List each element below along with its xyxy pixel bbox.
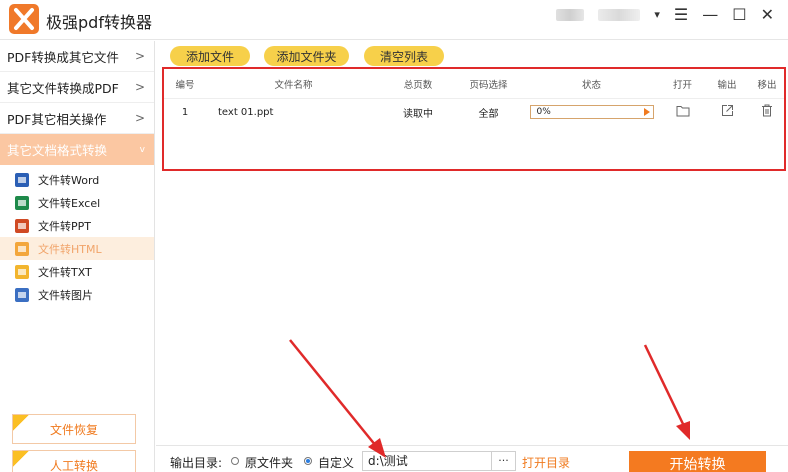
window-controls: ▾ ☰ — ☐ ✕ [556,5,774,25]
sub-item-to-ppt[interactable]: 文件转PPT [0,214,154,237]
sub-item-label: 文件转HTML [38,242,102,256]
table-row[interactable]: 1 text 01.ppt 读取中 全部 0% [164,99,784,125]
dropdown-icon[interactable]: ▾ [654,5,660,25]
col-pages: 总页数 [403,79,433,91]
corner-tag-icon [13,451,29,467]
chevron-down-icon: v [139,144,145,155]
sub-item-label: 文件转PPT [38,219,91,233]
html-file-icon [15,241,29,256]
col-open: 打开 [672,79,692,91]
radio-custom-label: 自定义 [318,456,355,470]
file-recover-label: 文件恢复 [49,422,98,437]
file-table: 编号 文件名称 总页数 页码选择 状态 打开 输出 移出 1 text 01.p… [162,67,786,171]
start-convert-button[interactable]: 开始转换 [629,451,766,472]
col-index: 编号 [175,79,195,91]
sidebar: PDF转换成其它文件 > 其它文件转换成PDF > PDF其它相关操作 > 其它… [0,41,155,472]
close-icon[interactable]: ✕ [761,5,774,25]
sub-item-label: 文件转图片 [38,288,93,302]
open-file-icon[interactable] [661,105,704,120]
row-index: 1 [181,106,189,118]
output-path-input[interactable]: d:\测试 [362,451,492,471]
toolbar: 添加文件 添加文件夹 清空列表 [156,41,788,66]
sub-item-to-txt[interactable]: 文件转TXT [0,260,154,283]
output-dir-label: 输出目录: [170,456,223,470]
menu-pdf-to-other[interactable]: PDF转换成其它文件 > [0,41,154,72]
radio-original-label: 原文件夹 [245,456,294,470]
trash-icon[interactable] [750,104,784,120]
sub-item-to-word[interactable]: 文件转Word [0,168,154,191]
manual-convert-button[interactable]: 人工转换 [12,450,136,472]
menu-label: 其它文档格式转换 [7,143,108,158]
blurred-user-name[interactable] [598,9,641,21]
add-file-button[interactable]: 添加文件 [170,46,250,66]
row-pages: 读取中 [403,108,433,120]
output-bar: 输出目录: 原文件夹 自定义 d:\测试 ··· 打开目录 开始转换 [156,445,788,472]
play-arrow-icon [643,108,650,116]
menu-label: PDF其它相关操作 [7,111,107,127]
sub-item-to-excel[interactable]: 文件转Excel [0,191,154,214]
radio-custom-folder[interactable] [304,457,312,465]
browse-button[interactable]: ··· [492,451,516,471]
sub-item-label: 文件转Word [38,173,100,187]
txt-file-icon [15,264,29,279]
menu-icon[interactable]: ☰ [674,5,688,25]
blurred-user-avatar[interactable] [556,9,585,21]
file-recover-button[interactable]: 文件恢复 [12,414,136,444]
col-page-select: 页码选择 [469,79,508,91]
output-icon[interactable] [704,104,750,120]
chevron-right-icon: > [134,49,145,63]
sub-item-to-html[interactable]: 文件转HTML [0,237,154,260]
submenu: 文件转Word 文件转Excel 文件转PPT 文件转HTML 文件转TXT 文… [0,165,154,306]
app-title: 极强pdf转换器 [46,13,152,32]
row-page-select[interactable]: 全部 [455,105,522,120]
radio-original-folder[interactable] [231,457,239,465]
menu-pdf-other-ops[interactable]: PDF其它相关操作 > [0,103,154,134]
add-folder-button[interactable]: 添加文件夹 [264,46,349,66]
sub-item-to-image[interactable]: 文件转图片 [0,283,154,306]
corner-tag-icon [13,415,29,431]
manual-convert-label: 人工转换 [49,458,98,472]
progress-bar: 0% [529,105,654,119]
sub-item-label: 文件转Excel [38,196,101,210]
table-header: 编号 文件名称 总页数 页码选择 状态 打开 输出 移出 [164,69,784,99]
main-panel: 添加文件 添加文件夹 清空列表 编号 文件名称 总页数 页码选择 状态 打开 输… [156,41,788,472]
menu-other-format-convert[interactable]: 其它文档格式转换 v [0,134,154,165]
image-file-icon [15,287,29,302]
col-output: 输出 [717,79,737,91]
title-bar: 极强pdf转换器 ▾ ☰ — ☐ ✕ [0,0,788,40]
menu-other-to-pdf[interactable]: 其它文件转换成PDF > [0,72,154,103]
open-directory-link[interactable]: 打开目录 [522,454,570,471]
sub-item-label: 文件转TXT [38,265,92,279]
row-status: 0% [522,105,661,119]
menu-label: PDF转换成其它文件 [7,49,119,65]
chevron-right-icon: > [134,80,145,94]
word-file-icon [15,172,29,187]
app-logo-icon [9,4,39,34]
col-name: 文件名称 [274,79,313,91]
minimize-icon[interactable]: — [702,5,718,25]
excel-file-icon [15,195,29,210]
clear-list-button[interactable]: 清空列表 [364,46,444,66]
progress-text: 0% [536,107,551,117]
ppt-file-icon [15,218,29,233]
chevron-right-icon: > [134,111,145,125]
maximize-icon[interactable]: ☐ [732,5,746,25]
menu-label: 其它文件转换成PDF [7,80,119,96]
col-remove: 移出 [757,79,777,91]
row-file-name: text 01.ppt [218,106,274,118]
col-status: 状态 [581,79,601,91]
